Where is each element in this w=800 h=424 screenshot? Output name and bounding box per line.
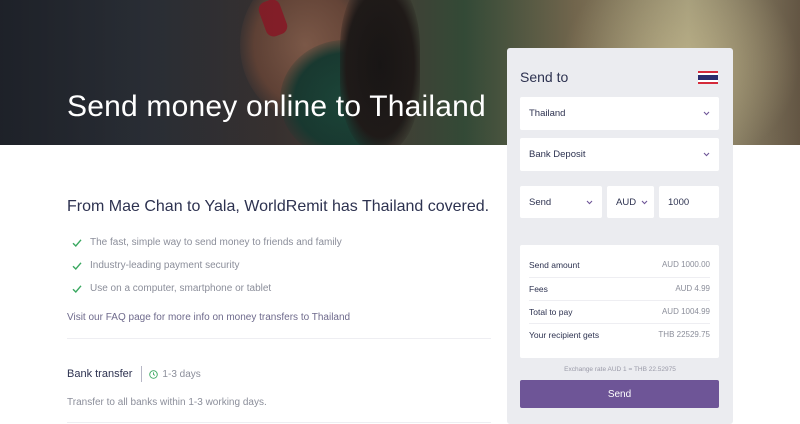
country-select[interactable]: Thailand [520,97,719,130]
clock-icon [149,369,159,379]
send-panel: Send to Thailand Bank Deposit Send AUD 1… [507,48,733,424]
summary-row: Your recipient gets THB 22529.75 [520,323,719,346]
transfer-method-row: Bank transfer 1-3 days [67,366,201,382]
feature-item: The fast, simple way to send money to fr… [72,231,342,254]
summary-row: Send amount AUD 1000.00 [520,253,719,276]
page-headline: From Mae Chan to Yala, WorldRemit has Th… [67,198,490,215]
summary-value: THB 22529.75 [658,330,710,339]
summary-label: Fees [529,283,548,294]
divider [67,338,491,339]
exchange-rate: Exchange rate AUD 1 = THB 22.52975 [564,366,676,373]
feature-list: The fast, simple way to send money to fr… [72,231,342,300]
chevron-down-icon [703,111,710,116]
feature-text: Industry-leading payment security [90,260,240,271]
feature-text: The fast, simple way to send money to fr… [90,237,342,248]
currency-select[interactable]: AUD [607,186,654,218]
summary-label: Send amount [529,259,580,270]
payout-method-value: Bank Deposit [529,149,586,160]
send-panel-title: Send to [520,69,569,85]
send-button[interactable]: Send [520,380,719,408]
amount-input[interactable] [659,186,719,218]
summary-label: Your recipient gets [529,329,600,340]
send-type-value: Send [529,196,552,208]
country-value: Thailand [529,108,566,119]
divider [67,422,491,423]
feature-text: Use on a computer, smartphone or tablet [90,283,272,294]
transfer-time: 1-3 days [162,368,201,380]
currency-value: AUD [616,196,637,208]
chevron-down-icon [703,152,710,157]
hero-title: Send money online to Thailand [67,90,486,123]
summary-value: AUD 4.99 [675,284,710,293]
feature-item: Industry-leading payment security [72,254,342,277]
transfer-summary: Send amount AUD 1000.00 Fees AUD 4.99 To… [520,245,719,358]
faq-link[interactable]: Visit our FAQ page for more info on mone… [67,312,350,323]
thailand-flag-icon [698,71,718,84]
payout-method-select[interactable]: Bank Deposit [520,138,719,171]
transfer-description: Transfer to all banks within 1-3 working… [67,397,267,408]
summary-value: AUD 1000.00 [661,260,710,269]
chevron-down-icon [586,200,593,204]
summary-row: Fees AUD 4.99 [520,277,719,300]
summary-value: AUD 1004.99 [661,307,710,316]
check-icon [72,261,82,270]
transfer-method-title: Bank transfer [67,368,133,380]
feature-item: Use on a computer, smartphone or tablet [72,277,342,300]
check-icon [72,238,82,247]
summary-row: Total to pay AUD 1004.99 [520,300,719,323]
check-icon [72,284,82,293]
page: Send money online to Thailand From Mae C… [0,0,800,424]
divider [141,366,143,382]
send-type-select[interactable]: Send [520,186,602,218]
chevron-down-icon [641,200,648,204]
summary-label: Total to pay [529,306,573,317]
